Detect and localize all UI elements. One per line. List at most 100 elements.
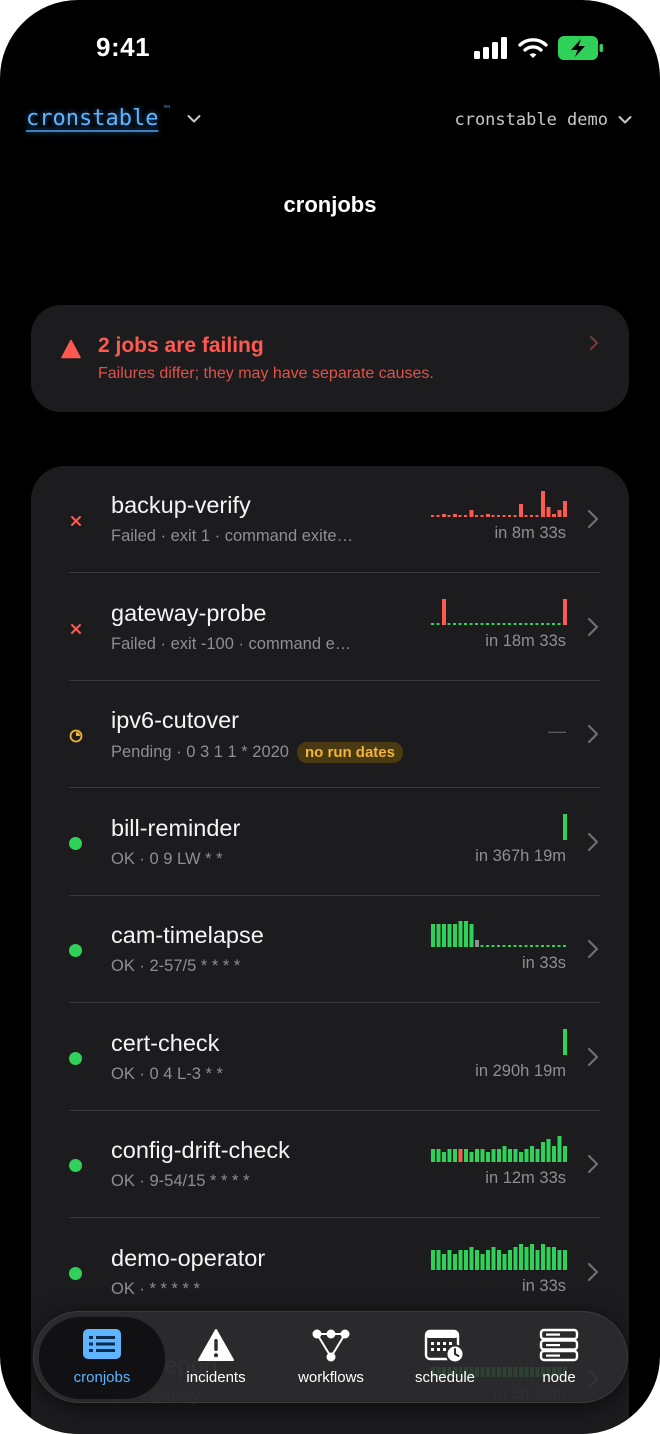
history-bar [546, 1139, 551, 1162]
next-run-time: in 8m 33s [494, 524, 566, 542]
history-bar [431, 924, 435, 947]
history-bar [552, 622, 555, 625]
chevron-right-icon [587, 509, 599, 529]
history-bar [519, 945, 522, 947]
history-bar [458, 1249, 463, 1270]
history-bar [442, 1152, 446, 1162]
trademark: ™ [162, 104, 172, 115]
history-bar [480, 515, 484, 517]
chevron-right-icon [587, 1262, 599, 1281]
job-status-text: Pending · 0 3 1 1 * 2020 [111, 743, 289, 761]
tab-node[interactable]: node [502, 1312, 617, 1404]
history-bar [475, 940, 479, 947]
history-bar [436, 1149, 441, 1162]
run-history-sparkline [431, 598, 567, 625]
chevron-right-icon [590, 336, 598, 350]
history-bar [563, 945, 566, 947]
history-bar [480, 945, 484, 947]
history-bar [519, 504, 523, 517]
job-name: config-drift-check [111, 1137, 290, 1163]
chevron-right-icon [587, 617, 599, 636]
history-bar [524, 1149, 529, 1162]
history-bar [546, 622, 550, 625]
history-bar [453, 622, 456, 625]
status-time: 9:41 [96, 32, 151, 62]
history-bar [552, 945, 555, 947]
history-bar [502, 945, 506, 947]
job-name: cert-check [111, 1029, 220, 1056]
cronjob-row[interactable]: cam-timelapse OK · 2-57/5 * * * * in 33s [31, 896, 629, 1003]
job-name: gateway-probe [111, 599, 267, 626]
history-bar [491, 1149, 496, 1162]
page-title: cronjobs [283, 192, 377, 217]
tab-workflows[interactable]: workflows [274, 1312, 389, 1404]
job-status-text: OK · 0 4 L-3 * * [111, 1064, 223, 1083]
tab-schedule[interactable]: schedule [388, 1312, 503, 1404]
history-bar [458, 622, 462, 625]
next-run-none: — [548, 721, 566, 741]
job-status-text: OK · 9-54/15 * * * * [111, 1172, 250, 1190]
cronjob-row[interactable]: backup-verify Failed · exit 1 · command e… [31, 466, 629, 573]
history-bar [557, 945, 561, 947]
tab-label: node [542, 1369, 576, 1386]
cronjob-row[interactable]: bill-reminder OK · 0 9 LW * * in 367h 19m [31, 789, 629, 896]
history-bar [541, 491, 545, 517]
history-bar [431, 622, 434, 625]
history-bar [447, 515, 451, 517]
history-bar [491, 622, 495, 625]
history-bar [475, 622, 478, 625]
node-name: cronstable demo [454, 110, 608, 130]
next-run-time: in 18m 33s [485, 631, 566, 650]
tab-incidents[interactable]: incidents [159, 1312, 274, 1404]
chevron-right-icon [587, 724, 599, 744]
cronjob-row[interactable]: gateway-probe Failed · exit -100 · comman… [31, 574, 629, 681]
calendar-clock-icon [424, 1328, 466, 1369]
history-bar [552, 1246, 556, 1270]
history-bar [497, 622, 500, 625]
job-name: backup-verify [111, 492, 251, 518]
failing-jobs-alert[interactable]: 2 jobs are failing Failures differ; they… [31, 305, 629, 412]
battery-charging-icon [558, 36, 603, 60]
signal-icon [474, 37, 507, 59]
history-bar [557, 510, 562, 517]
history-bar [552, 1146, 556, 1162]
cronjob-row[interactable]: ipv6-cutover Pending · 0 3 1 1 * 2020 no r… [31, 681, 629, 788]
history-bar [436, 622, 440, 625]
cronjob-row[interactable]: cert-check OK · 0 4 L-3 * * in 290h 19m [31, 1004, 629, 1111]
cronjob-list: backup-verify Failed · exit 1 · command e… [31, 466, 629, 1434]
ok-dot-icon [69, 944, 83, 958]
chevron-right-icon [587, 832, 599, 851]
history-bar [458, 515, 462, 517]
cronjob-row[interactable]: demo-operator OK · * * * * * in 33s [31, 1219, 629, 1326]
job-name: demo-operator [111, 1244, 266, 1271]
history-bar [464, 515, 467, 517]
cronjob-row[interactable]: config-drift-check OK · 9-54/15 * * * * in… [31, 1111, 629, 1218]
tab-label: schedule [414, 1369, 476, 1386]
history-bar [508, 622, 511, 625]
history-bar [475, 1149, 479, 1162]
node-picker[interactable]: cronstable demo [454, 110, 632, 130]
workflow-icon [311, 1328, 351, 1367]
chevron-right-icon [587, 1154, 599, 1174]
tab-cronjobs[interactable]: cronjobs [45, 1312, 160, 1404]
history-bar [442, 924, 446, 947]
job-status-text: Failed · exit 1 · command exite… [111, 527, 354, 545]
brand-menu[interactable]: cronstable ™ [26, 104, 201, 131]
chevron-down-icon [618, 116, 632, 124]
job-subtitle: Failed · exit 1 · command exite… [111, 527, 353, 546]
history-bar [530, 1146, 534, 1162]
history-bar [497, 1249, 501, 1270]
history-bar [513, 1149, 518, 1162]
history-bar [486, 622, 489, 625]
chevron-right-icon [587, 1047, 599, 1066]
failed-x-icon [69, 514, 83, 528]
run-history-sparkline [431, 491, 567, 517]
history-bar [541, 622, 544, 625]
history-bar [442, 1253, 446, 1270]
app-screen: 9:41 cronstable ™ cronstable demo cronjo… [0, 0, 660, 1434]
history-bar [513, 622, 517, 625]
tab-bar: cronjobs incidents workflows schedule node [33, 1311, 628, 1403]
history-bar [563, 1028, 567, 1055]
chevron-right-icon [587, 939, 599, 959]
history-bar [447, 622, 451, 625]
